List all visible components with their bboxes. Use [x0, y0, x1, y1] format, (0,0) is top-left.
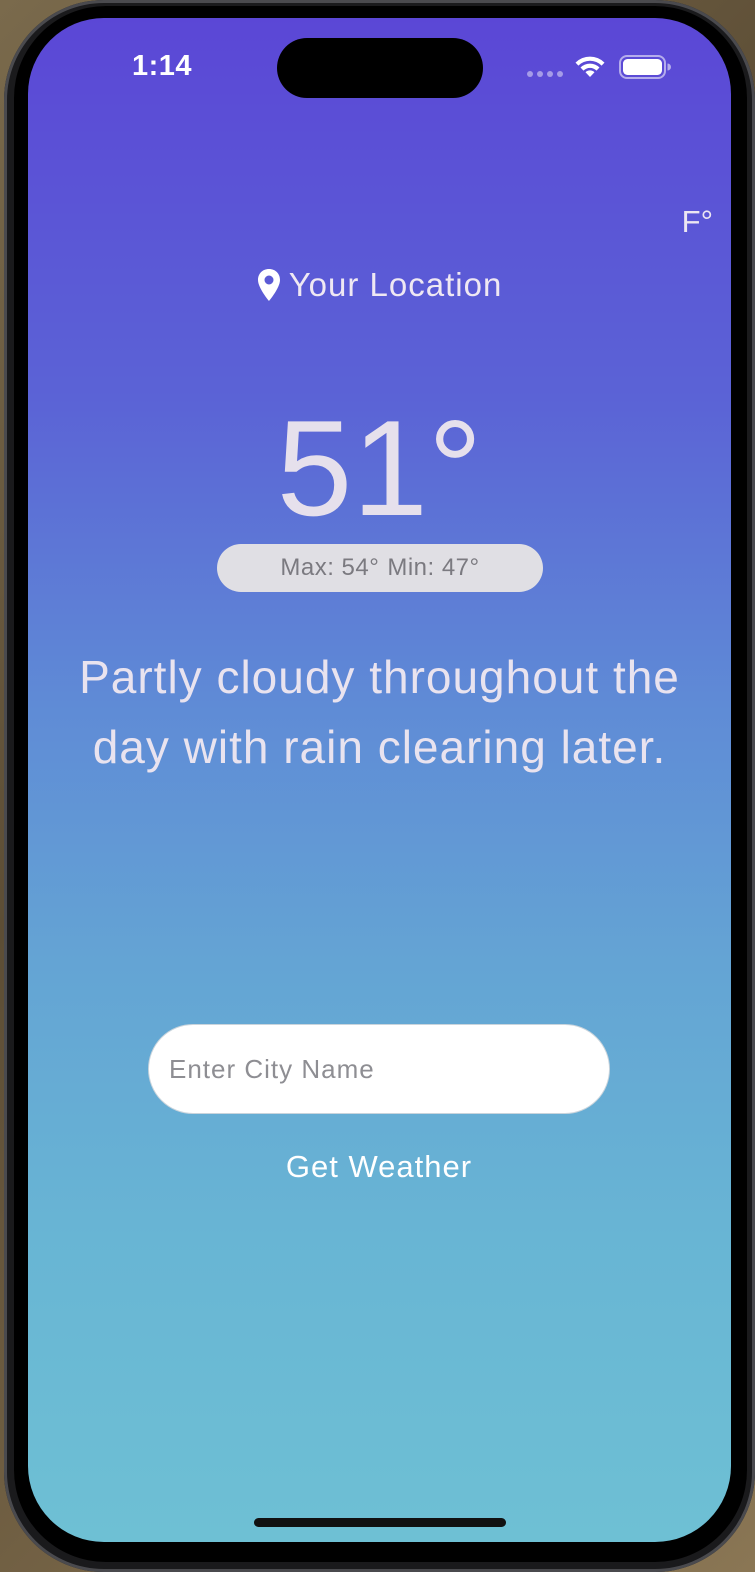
location-label: Your Location [288, 266, 503, 303]
dynamic-island [277, 38, 483, 98]
status-bar: 1:14 [28, 18, 731, 118]
wifi-icon [575, 56, 605, 77]
current-temperature: 51° [276, 392, 483, 544]
home-indicator[interactable] [254, 1518, 506, 1527]
city-name-input[interactable] [148, 1024, 610, 1114]
min-max-badge: Max: 54° Min: 47° [217, 544, 543, 592]
status-time: 1:14 [132, 50, 193, 82]
max-temperature: Max: 54° [280, 554, 380, 581]
unit-toggle-button[interactable]: F° [682, 204, 713, 240]
min-temperature: Min: 47° [387, 554, 480, 581]
weather-description: Partly cloudy throughout the day with ra… [79, 651, 680, 773]
location-pin-icon [257, 269, 280, 301]
app-screen: 1:14 F° Your Location 51° Max: 54° Min: … [28, 18, 731, 1542]
get-weather-button[interactable]: Get Weather [229, 1142, 529, 1192]
cellular-signal-icon [527, 71, 563, 77]
location-row: Your Location [28, 266, 731, 304]
battery-icon [619, 55, 671, 79]
